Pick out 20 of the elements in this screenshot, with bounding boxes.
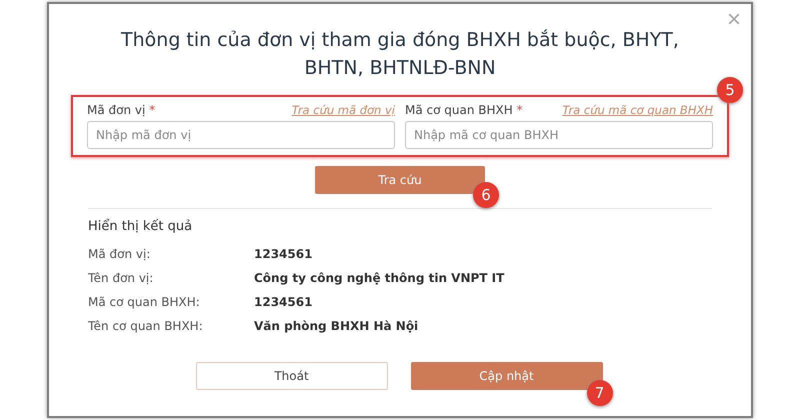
input-field[interactable]: Nhập mã đơn vị [87, 121, 395, 149]
result-value: 1234561 [254, 295, 314, 309]
result-label: Mã đơn vị: [88, 247, 152, 261]
result-value: Văn phòng BHXH Hà Nội [254, 319, 420, 333]
field-label: Mã cơ quan BHXH * [405, 103, 523, 117]
field-label: Mã đơn vị * [87, 103, 156, 117]
dialog-title: Thông tin của đơn vị tham gia đóng BHXH bắt buộc, BHYT, BHTN, BHTNLĐ-BNN [120, 28, 680, 81]
step-number-badge: 6 [473, 182, 499, 208]
exit-button[interactable]: Thoát [196, 362, 388, 390]
results-heading: Hiển thị kết quả [88, 219, 194, 234]
input-field[interactable]: Nhập mã cơ quan BHXH [405, 121, 713, 149]
result-value: 1234561 [254, 247, 314, 261]
step-number-badge: 7 [586, 380, 612, 406]
result-label: Mã cơ quan BHXH: [88, 295, 201, 309]
result-value: Công ty công nghệ thông tin VNPT IT [254, 271, 506, 285]
step-number-badge: 5 [717, 77, 743, 103]
result-label: Tên đơn vị: [88, 271, 154, 285]
result-label: Tên cơ quan BHXH: [88, 319, 204, 333]
lookup-link[interactable]: Tra cứu mã cơ quan BHXH [562, 103, 713, 117]
lookup-link[interactable]: Tra cứu mã đơn vị [292, 103, 395, 117]
